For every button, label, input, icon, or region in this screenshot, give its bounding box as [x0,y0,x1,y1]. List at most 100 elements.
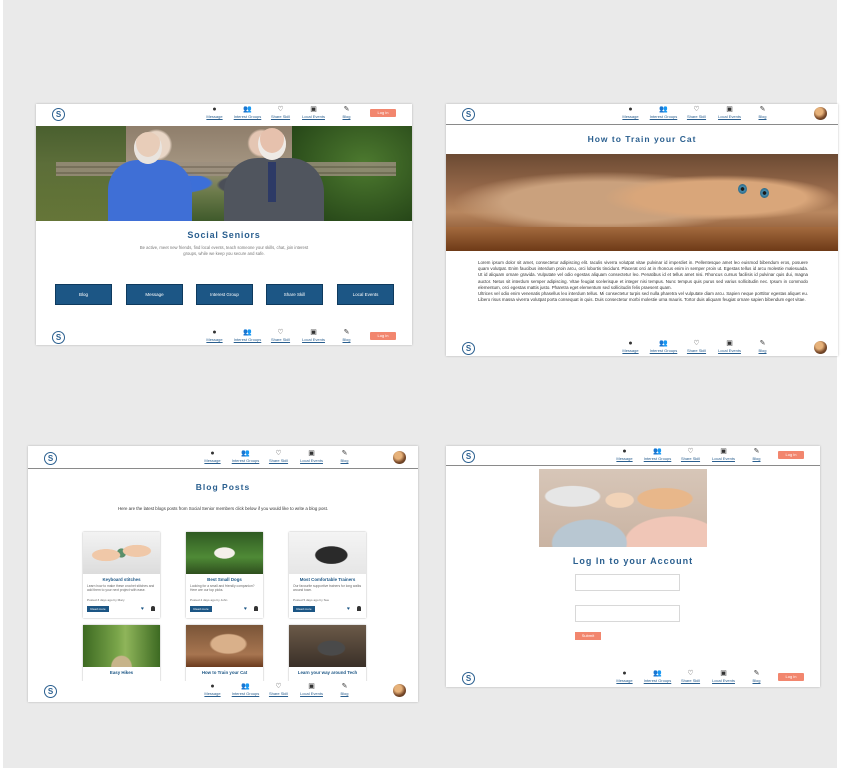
message-icon: ● [628,106,633,113]
login-button[interactable]: Log in [778,451,804,459]
nav-item-groups[interactable]: 👥 Interest Groups [229,683,262,696]
nav-item-share[interactable]: ♡ Share Skill [262,683,295,696]
avatar[interactable] [393,451,406,464]
blog-card[interactable]: Keyboard stitches Learn how to make thes… [83,532,160,618]
login-button[interactable]: Log in [370,109,396,117]
heart-icon: ♡ [693,106,700,113]
nav-item-events[interactable]: ▣ Local Events [713,340,746,353]
nav-item-blog[interactable]: ✎ Blog [328,450,361,463]
nav-item-message[interactable]: ● Message [198,329,231,342]
hero-image-seniors [36,126,412,221]
share-skill-button[interactable]: Share Skill [266,284,323,305]
logo[interactable]: S [462,450,475,463]
nav-item-share[interactable]: ♡ Share Skill [264,329,297,342]
blog-page-mockup: S ● Message 👥 Interest Groups ♡ Share Skill… [28,446,418,702]
logo[interactable]: S [462,108,475,121]
local-events-button[interactable]: Local Events [337,284,394,305]
nav-item-share[interactable]: ♡ Share Skill [264,106,297,119]
password-field[interactable] [575,605,680,622]
nav-item-blog[interactable]: ✎ Blog [740,448,773,461]
nav-item-message[interactable]: ● Message [614,340,647,353]
avatar[interactable] [814,341,827,354]
post-desc: Looking for a small and friendly compani… [190,584,255,593]
read-more-button[interactable]: Read more [190,606,212,612]
submit-button[interactable]: Submit [575,632,601,640]
nav-label: Interest Groups [649,348,678,353]
nav-item-groups[interactable]: 👥 Interest Groups [229,450,262,463]
email-field[interactable] [575,574,680,591]
blog-card[interactable]: Learn your way around Tech [289,625,366,683]
nav-item-blog[interactable]: ✎ Blog [746,340,779,353]
avatar[interactable] [814,107,827,120]
nav-items: ● Message 👥 Interest Groups ♡ Share Skill ▣… [614,106,779,119]
bell-icon[interactable] [151,606,155,611]
blog-card[interactable]: Most Comfortable Trainers Our favourite … [289,532,366,618]
logo[interactable]: S [462,342,475,355]
login-button[interactable]: Log in [370,332,396,340]
post-image-dog [186,532,263,574]
nav-item-events[interactable]: ▣ Local Events [707,448,740,461]
page-title: Blog Posts [195,482,251,492]
message-button[interactable]: Message [126,284,183,305]
nav-item-groups[interactable]: 👥 Interest Groups [647,340,680,353]
nav-item-events[interactable]: ▣ Local Events [295,683,328,696]
nav-item-message[interactable]: ● Message [608,448,641,461]
nav-item-events[interactable]: ▣ Local Events [707,670,740,683]
nav-label: Local Events [712,456,735,461]
nav-label: Local Events [718,348,741,353]
bell-icon[interactable] [254,606,258,611]
logo[interactable]: S [44,685,57,698]
nav-item-blog[interactable]: ✎ Blog [740,670,773,683]
heart-icon[interactable]: ♥ [347,606,350,612]
blog-card[interactable]: Best Small Dogs Looking for a small and … [186,532,263,618]
pencil-icon: ✎ [341,683,348,690]
nav-item-share[interactable]: ♡ Share Skill [674,670,707,683]
nav-item-blog[interactable]: ✎ Blog [330,329,363,342]
post-date: Posted 4 days ago by John [190,598,228,602]
nav-item-groups[interactable]: 👥 Interest Groups [647,106,680,119]
logo[interactable]: S [462,672,475,685]
nav-label: Share Skill [268,458,289,463]
interest-group-button[interactable]: Interest Group [196,284,253,305]
login-button[interactable]: Log in [778,673,804,681]
nav-item-blog[interactable]: ✎ Blog [330,106,363,119]
nav-label: Share Skill [270,337,291,342]
heart-icon[interactable]: ♥ [141,606,144,612]
nav-item-share[interactable]: ♡ Share Skill [680,340,713,353]
nav-item-events[interactable]: ▣ Local Events [297,106,330,119]
nav-item-events[interactable]: ▣ Local Events [713,106,746,119]
nav-item-events[interactable]: ▣ Local Events [297,329,330,342]
nav-item-message[interactable]: ● Message [198,106,231,119]
blog-card[interactable]: How to Train your Cat [186,625,263,683]
avatar[interactable] [393,684,406,697]
pencil-icon: ✎ [343,329,350,336]
nav-item-groups[interactable]: 👥 Interest Groups [641,670,674,683]
nav-item-message[interactable]: ● Message [196,683,229,696]
login-page-mockup: S ● Message 👥 Interest Groups ♡ Share Skill… [446,446,820,687]
nav-items: ● Message 👥 Interest Groups ♡ Share Skill ▣… [196,683,361,696]
nav-item-message[interactable]: ● Message [614,106,647,119]
blog-button[interactable]: Blog [55,284,112,305]
nav-item-events[interactable]: ▣ Local Events [295,450,328,463]
nav-item-groups[interactable]: 👥 Interest Groups [231,106,264,119]
logo[interactable]: S [44,452,57,465]
nav-item-groups[interactable]: 👥 Interest Groups [641,448,674,461]
nav-item-blog[interactable]: ✎ Blog [746,106,779,119]
nav-label: Share Skill [686,114,707,119]
logo[interactable]: S [52,331,65,344]
post-title: Most Comfortable Trainers [299,577,356,582]
calendar-icon: ▣ [310,329,317,336]
read-more-button[interactable]: Read more [87,606,109,612]
nav-item-share[interactable]: ♡ Share Skill [262,450,295,463]
read-more-button[interactable]: Read more [293,606,315,612]
nav-item-message[interactable]: ● Message [608,670,641,683]
bell-icon[interactable] [357,606,361,611]
logo[interactable]: S [52,108,65,121]
blog-card[interactable]: Easy Hikes [83,625,160,683]
nav-item-share[interactable]: ♡ Share Skill [674,448,707,461]
heart-icon[interactable]: ♥ [244,606,247,612]
nav-item-message[interactable]: ● Message [196,450,229,463]
nav-item-blog[interactable]: ✎ Blog [328,683,361,696]
nav-item-share[interactable]: ♡ Share Skill [680,106,713,119]
nav-item-groups[interactable]: 👥 Interest Groups [231,329,264,342]
